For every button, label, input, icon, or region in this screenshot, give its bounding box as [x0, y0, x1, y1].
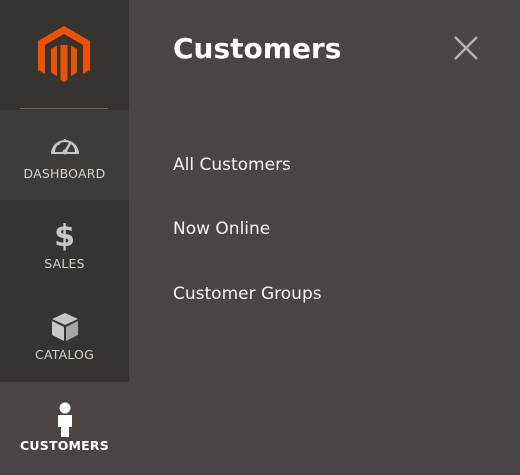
sidebar-item-customers[interactable]: CUSTOMERS [0, 382, 129, 475]
sidebar-item-sales[interactable]: $ SALES [0, 200, 129, 290]
box-icon [0, 311, 129, 345]
person-icon [0, 402, 129, 437]
sidebar-item-label: CUSTOMERS [20, 438, 109, 453]
sidebar-item-catalog[interactable]: CATALOG [0, 291, 129, 381]
sidebar-item-label: SALES [44, 256, 85, 271]
magento-logo-icon[interactable] [38, 26, 90, 84]
sidebar-item-label: DASHBOARD [23, 166, 106, 181]
logo-divider [20, 108, 108, 109]
submenu-link-now-online[interactable]: Now Online [173, 219, 270, 239]
logo-area[interactable] [0, 0, 129, 110]
panel-title: Customers [173, 32, 342, 65]
admin-sidebar: DASHBOARD $ SALES CATALOG CUSTOMERS [0, 0, 129, 475]
gauge-icon [0, 130, 129, 164]
sidebar-item-dashboard[interactable]: DASHBOARD [0, 110, 129, 200]
close-button[interactable] [452, 34, 480, 62]
sidebar-item-label: CATALOG [35, 347, 94, 362]
submenu-link-customer-groups[interactable]: Customer Groups [173, 284, 322, 304]
close-icon[interactable] [452, 34, 480, 62]
submenu-link-all-customers[interactable]: All Customers [173, 155, 291, 175]
dollar-icon: $ [54, 219, 75, 254]
